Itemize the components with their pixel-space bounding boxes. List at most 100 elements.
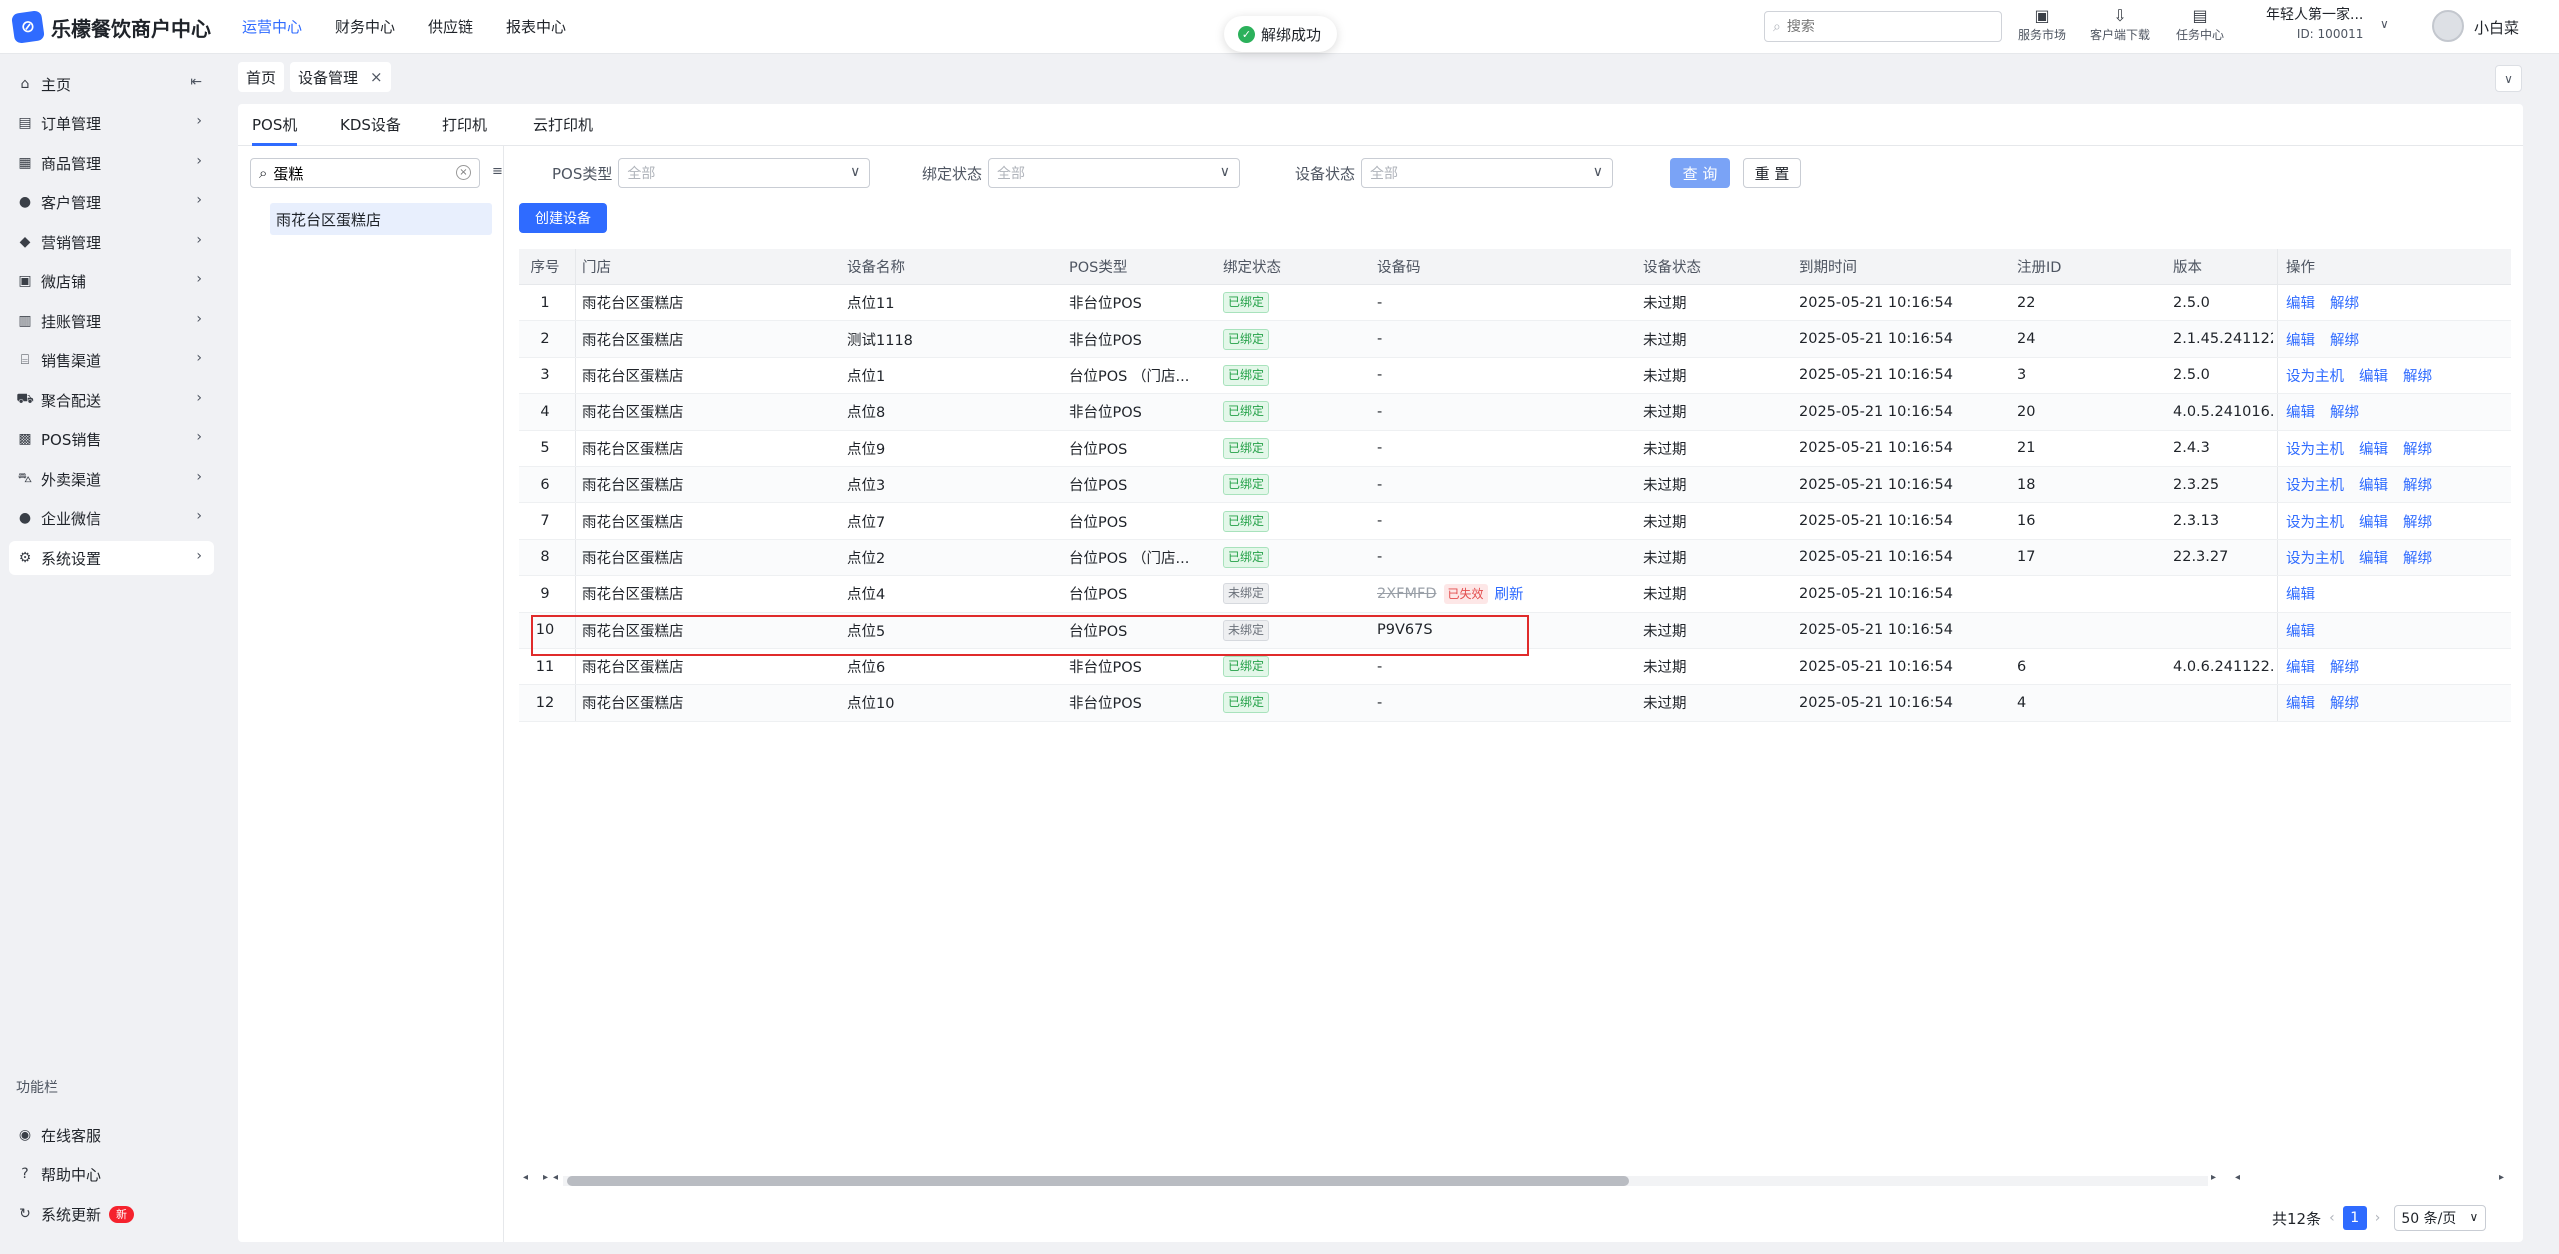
unbind-link[interactable]: 解绑 xyxy=(2330,329,2359,350)
select-value: 全部 xyxy=(997,166,1026,182)
merchant-name: 年轻人第一家... xyxy=(2266,7,2364,23)
close-icon[interactable]: × xyxy=(370,68,383,86)
fold-icon[interactable]: ≡ xyxy=(492,164,503,179)
tab-pos[interactable]: POS机 xyxy=(252,114,298,146)
sidebar-item-customers[interactable]: ● 客户管理 › xyxy=(9,185,214,219)
chevron-down-icon[interactable]: ∨ xyxy=(2380,17,2389,31)
edit-link[interactable]: 编辑 xyxy=(2359,547,2388,568)
row-version xyxy=(2173,576,2273,611)
row-index: 11 xyxy=(535,658,555,675)
set-host-link[interactable]: 设为主机 xyxy=(2286,474,2344,495)
set-host-link[interactable]: 设为主机 xyxy=(2286,547,2344,568)
edit-link[interactable]: 编辑 xyxy=(2359,474,2388,495)
store-search[interactable]: ⌕ × xyxy=(250,158,480,188)
user-name[interactable]: 小白菜 xyxy=(2474,17,2519,38)
sidebar-item-goods[interactable]: ▦ 商品管理 › xyxy=(9,146,214,180)
tab-printer[interactable]: 打印机 xyxy=(442,114,487,135)
next-page-icon[interactable]: › xyxy=(2375,1210,2381,1226)
avatar[interactable] xyxy=(2432,10,2464,42)
topnav-finance[interactable]: 财务中心 xyxy=(335,16,395,43)
row-device-code: P9V67S xyxy=(1377,613,1637,648)
set-host-link[interactable]: 设为主机 xyxy=(2286,365,2344,386)
refresh-code-link[interactable]: 刷新 xyxy=(1495,583,1524,604)
row-actions: 编辑 解绑 xyxy=(2277,285,2511,321)
sidebar-item-delivery[interactable]: ⛟ 聚合配送 › xyxy=(9,383,214,417)
edit-link[interactable]: 编辑 xyxy=(2286,656,2315,677)
sidebar-item-home[interactable]: ⌂ 主页 ⇤ xyxy=(9,67,214,101)
tool-client-download[interactable]: ⇩ 客户端下载 xyxy=(2080,6,2160,43)
topnav-supply-chain[interactable]: 供应链 xyxy=(428,16,473,43)
sidebar-item-takeaway[interactable]: ⛍ 外卖渠道 › xyxy=(9,462,214,496)
store-search-input[interactable] xyxy=(273,164,434,182)
unbind-link[interactable]: 解绑 xyxy=(2330,292,2359,313)
tool-label: 客户端下载 xyxy=(2089,28,2150,42)
row-index: 1 xyxy=(540,294,550,311)
merchant-switcher[interactable]: 年轻人第一家... ID: 100011 xyxy=(2266,6,2363,44)
pos-type-select[interactable]: 全部 ∨ xyxy=(618,158,871,188)
edit-link[interactable]: 编辑 xyxy=(2286,329,2315,350)
sidebar-help-center[interactable]: ? 帮助中心 xyxy=(9,1157,214,1191)
sidebar-item-orders[interactable]: ▤ 订单管理 › xyxy=(9,106,214,140)
unbind-link[interactable]: 解绑 xyxy=(2330,692,2359,713)
scroll-left-icon[interactable]: ◂ xyxy=(523,1172,528,1183)
create-device-button[interactable]: 创建设备 xyxy=(519,203,607,233)
sidebar-item-settings[interactable]: ⚙ 系统设置 › xyxy=(9,541,214,575)
edit-link[interactable]: 编辑 xyxy=(2359,365,2388,386)
scroll-right-icon[interactable]: ▸ xyxy=(543,1172,548,1183)
tab-kds[interactable]: KDS设备 xyxy=(340,114,401,135)
tool-task-center[interactable]: ▤ 任务中心 xyxy=(2160,6,2240,43)
sidebar-item-wecom[interactable]: ● 企业微信 › xyxy=(9,501,214,535)
set-host-link[interactable]: 设为主机 xyxy=(2286,511,2344,532)
edit-link[interactable]: 编辑 xyxy=(2359,438,2388,459)
unbind-link[interactable]: 解绑 xyxy=(2403,365,2432,386)
set-host-link[interactable]: 设为主机 xyxy=(2286,438,2344,459)
scroll-thumb[interactable] xyxy=(567,1176,1629,1186)
unbind-link[interactable]: 解绑 xyxy=(2330,656,2359,677)
edit-link[interactable]: 编辑 xyxy=(2286,292,2315,313)
unbind-link[interactable]: 解绑 xyxy=(2403,438,2432,459)
page-size-select[interactable]: 50 条/页 ∨ xyxy=(2394,1205,2487,1231)
unbind-link[interactable]: 解绑 xyxy=(2403,474,2432,495)
row-actions: 设为主机 编辑 解绑 xyxy=(2277,357,2511,394)
edit-link[interactable]: 编辑 xyxy=(2286,620,2315,641)
scroll-right-icon[interactable]: ▸ xyxy=(2211,1172,2216,1183)
sidebar-item-pos-sales[interactable]: ▩ POS销售 › xyxy=(9,422,214,456)
global-search[interactable]: ⌕ xyxy=(1764,11,2002,42)
sidebar-system-update[interactable]: ↻ 系统更新 新 xyxy=(9,1197,214,1231)
collapse-sidebar-icon[interactable]: ⇤ xyxy=(190,74,202,90)
scroll-left-icon[interactable]: ◂ xyxy=(2235,1172,2240,1183)
device-status-select[interactable]: 全部 ∨ xyxy=(1361,158,1614,188)
tab-cloud-printer[interactable]: 云打印机 xyxy=(533,114,593,135)
edit-link[interactable]: 编辑 xyxy=(2286,583,2315,604)
sidebar-item-micro-shop[interactable]: ▣ 微店铺 › xyxy=(9,264,214,298)
reset-button[interactable]: 重 置 xyxy=(1743,158,1801,188)
edit-link[interactable]: 编辑 xyxy=(2286,401,2315,422)
horizontal-scrollbar[interactable]: ◂ ▸ ◂ ▸ ◂ ▸ xyxy=(519,1172,2511,1188)
unbind-link[interactable]: 解绑 xyxy=(2403,511,2432,532)
app-logo[interactable]: ⊘ 乐檬餐饮商户中心 xyxy=(11,10,211,44)
collapse-header-button[interactable]: ∨ xyxy=(2495,65,2522,92)
query-button[interactable]: 查 询 xyxy=(1670,158,1730,188)
edit-link[interactable]: 编辑 xyxy=(2359,511,2388,532)
bind-status-select[interactable]: 全部 ∨ xyxy=(988,158,1241,188)
sidebar-online-support[interactable]: ◉ 在线客服 xyxy=(9,1118,214,1152)
sidebar-item-credit[interactable]: ▥ 挂账管理 › xyxy=(9,304,214,338)
sidebar-item-sales-channels[interactable]: ⌸ 销售渠道 › xyxy=(9,343,214,377)
prev-page-icon[interactable]: ‹ xyxy=(2329,1210,2335,1226)
tool-service-market[interactable]: ▣ 服务市场 xyxy=(2002,6,2082,43)
page-1-button[interactable]: 1 xyxy=(2342,1206,2367,1230)
scroll-right-icon[interactable]: ▸ xyxy=(2499,1172,2504,1183)
scroll-left-icon[interactable]: ◂ xyxy=(553,1172,558,1183)
topnav-operations[interactable]: 运营中心 xyxy=(242,16,302,43)
store-node[interactable]: 雨花台区蛋糕店 xyxy=(270,203,492,235)
page-tab-home[interactable]: 首页 xyxy=(238,62,285,92)
global-search-input[interactable] xyxy=(1786,18,1977,35)
unbind-link[interactable]: 解绑 xyxy=(2330,401,2359,422)
clear-icon[interactable]: × xyxy=(456,165,471,180)
unbind-link[interactable]: 解绑 xyxy=(2403,547,2432,568)
order-icon: ▤ xyxy=(18,115,32,131)
page-tab-device-management[interactable]: 设备管理 × xyxy=(290,62,391,92)
topnav-reports[interactable]: 报表中心 xyxy=(506,16,566,43)
sidebar-item-marketing[interactable]: ◆ 营销管理 › xyxy=(9,225,214,259)
edit-link[interactable]: 编辑 xyxy=(2286,692,2315,713)
